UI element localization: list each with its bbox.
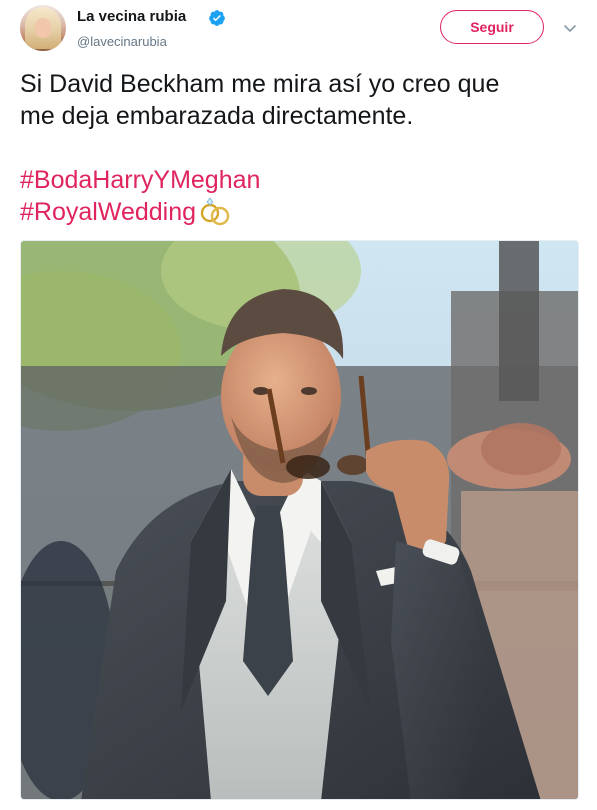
photo-illustration xyxy=(21,241,578,799)
user-display-name[interactable]: La vecina rubia xyxy=(77,8,186,25)
rings-icon xyxy=(200,197,230,226)
hashtag-link[interactable]: #RoyalWedding xyxy=(20,198,196,226)
avatar-face xyxy=(35,18,51,38)
tweet-text-line: Si David Beckham me mira así yo creo que xyxy=(20,70,500,98)
verified-badge-icon xyxy=(209,10,225,26)
tweet-text-line: me deja embarazada directamente. xyxy=(20,102,414,130)
avatar[interactable] xyxy=(20,5,66,51)
tweet-text: Si David Beckham me mira así yo creo que… xyxy=(20,68,575,228)
hashtag-link[interactable]: #BodaHarryYMeghan xyxy=(20,166,260,194)
follow-button[interactable]: Seguir xyxy=(440,10,544,44)
tweet-card: La vecina rubia @lavecinarubia Seguir Si… xyxy=(0,0,597,810)
tweet-photo[interactable] xyxy=(20,240,579,800)
user-handle[interactable]: @lavecinarubia xyxy=(77,34,167,49)
chevron-down-icon[interactable] xyxy=(562,20,578,36)
